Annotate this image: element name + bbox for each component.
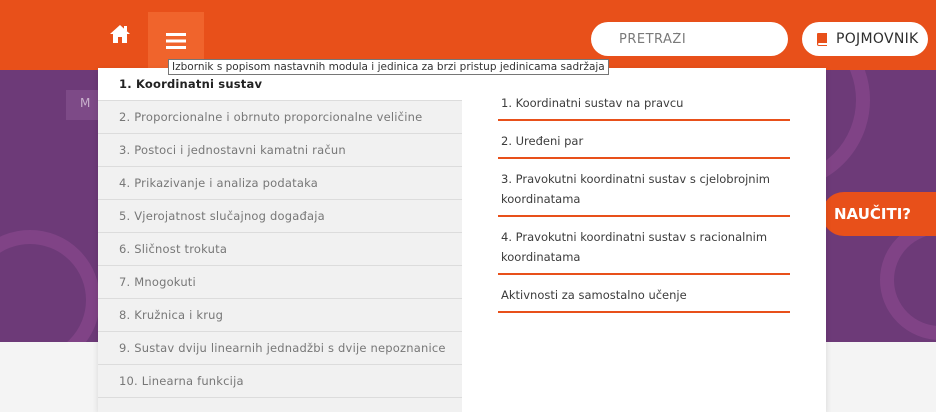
module-item[interactable]: 9. Sustav dviju linearnih jednadžbi s dv…: [98, 332, 462, 365]
module-item[interactable]: 7. Mnogokuti: [98, 266, 462, 299]
decorative-ring: [0, 230, 100, 342]
hamburger-menu-icon: [166, 33, 186, 49]
module-item[interactable]: 3. Postoci i jednostavni kamatni račun: [98, 134, 462, 167]
unit-spacer: [498, 275, 790, 285]
unit-link[interactable]: 3. Pravokutni koordinatni sustav s cjelo…: [498, 169, 790, 217]
module-item[interactable]: 4. Prikazivanje i analiza podataka: [98, 167, 462, 200]
module-item[interactable]: 2. Proporcionalne i obrnuto proporcional…: [98, 101, 462, 134]
decorative-ring: [880, 220, 936, 340]
home-button[interactable]: [104, 18, 136, 50]
book-icon: [817, 33, 827, 46]
modules-dropdown-panel: 1. Koordinatni sustav 2. Proporcionalne …: [98, 68, 826, 412]
home-icon: [110, 25, 130, 43]
module-list: 1. Koordinatni sustav 2. Proporcionalne …: [98, 68, 462, 412]
unit-link[interactable]: Aktivnosti za samostalno učenje: [498, 285, 790, 313]
module-item[interactable]: 5. Vjerojatnost slučajnog događaja: [98, 200, 462, 233]
unit-link[interactable]: 2. Uređeni par: [498, 131, 790, 159]
unit-link[interactable]: 4. Pravokutni koordinatni sustav s racio…: [498, 227, 790, 275]
module-item[interactable]: 10. Linearna funkcija: [98, 365, 462, 398]
cta-button[interactable]: NAUČITI?: [822, 192, 936, 236]
module-item[interactable]: 8. Kružnica i krug: [98, 299, 462, 332]
unit-link[interactable]: 1. Koordinatni sustav na pravcu: [498, 93, 790, 121]
unit-spacer: [498, 217, 790, 227]
glossary-label: POJMOVNIK: [836, 31, 919, 47]
unit-spacer: [498, 159, 790, 169]
module-item[interactable]: 6. Sličnost trokuta: [98, 233, 462, 266]
unit-spacer: [498, 121, 790, 131]
search-input[interactable]: [591, 22, 788, 56]
unit-list: 1. Koordinatni sustav na pravcu 2. Uređe…: [498, 93, 790, 313]
menu-tooltip: Izbornik s popisom nastavnih modula i je…: [168, 59, 609, 75]
glossary-button[interactable]: POJMOVNIK: [802, 22, 928, 56]
